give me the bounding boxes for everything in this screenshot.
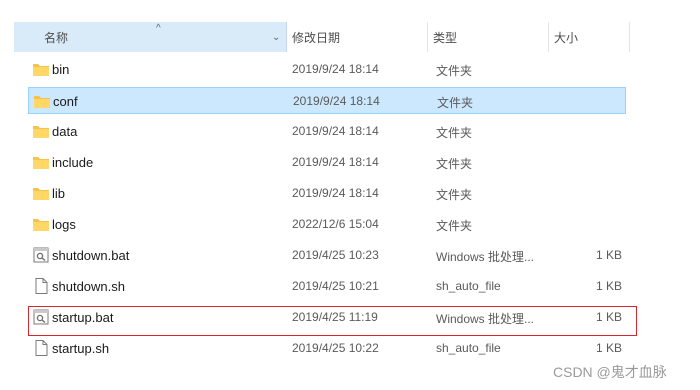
file-type: sh_auto_file (436, 279, 501, 293)
file-date: 2019/9/24 18:14 (293, 94, 380, 108)
folder-icon (32, 216, 50, 232)
file-name: conf (53, 94, 78, 109)
file-size: 1 KB (595, 341, 622, 355)
file-name: startup.sh (52, 341, 110, 356)
folder-icon (32, 154, 50, 170)
file-name: lib (52, 186, 66, 201)
file-type: 文件夹 (436, 64, 473, 78)
file-date: 2019/9/24 18:14 (292, 124, 379, 138)
file-size: 1 KB (595, 279, 622, 293)
file-row[interactable]: startup.sh 2019/4/25 10:22 sh_auto_file 1 K… (28, 335, 626, 362)
file-name: shutdown.sh (52, 279, 125, 294)
watermark: CSDN @鬼才血脉 (553, 364, 667, 380)
file-type: Windows 批处理... (436, 250, 535, 264)
file-type: 文件夹 (436, 188, 473, 202)
file-size: 1 KB (595, 248, 622, 262)
file-date: 2019/4/25 10:22 (292, 341, 379, 355)
file-row[interactable]: logs 2022/12/6 15:04 文件夹 (28, 211, 626, 238)
address-strip (0, 0, 700, 22)
column-header-size-label: 大小 (554, 31, 579, 45)
folder-icon (32, 61, 50, 77)
file-date: 2019/9/24 18:14 (292, 62, 379, 76)
file-row[interactable]: lib 2019/9/24 18:14 文件夹 (28, 180, 626, 207)
batch-file-icon (32, 247, 50, 263)
file-name: shutdown.bat (52, 248, 130, 263)
file-row[interactable]: shutdown.sh 2019/4/25 10:21 sh_auto_file 1 … (28, 273, 626, 300)
chevron-down-icon[interactable]: ⌄ (272, 22, 280, 54)
column-header-date[interactable]: 修改日期 (287, 22, 428, 52)
folder-icon (33, 93, 51, 109)
file-row[interactable]: shutdown.bat 2019/4/25 10:23 Windows 批处理..… (28, 242, 626, 269)
column-header-size[interactable]: 大小 (549, 22, 630, 52)
file-row[interactable]: include 2019/9/24 18:14 文件夹 (28, 149, 626, 176)
file-date: 2019/4/25 10:23 (292, 248, 379, 262)
file-type: 文件夹 (436, 157, 473, 171)
file-name: include (52, 155, 94, 170)
file-type: sh_auto_file (436, 341, 501, 355)
sort-ascending-icon: ^ (156, 23, 161, 34)
column-header-name-label: 名称 (44, 31, 69, 45)
file-date: 2019/9/24 18:14 (292, 186, 379, 200)
column-header-row: 名称 ^ ⌄ 修改日期 类型 大小 (0, 22, 700, 54)
file-type: 文件夹 (437, 96, 474, 110)
file-type: 文件夹 (436, 219, 473, 233)
folder-icon (32, 185, 50, 201)
file-date: 2019/9/24 18:14 (292, 155, 379, 169)
file-name: data (52, 124, 78, 139)
file-row[interactable]: data 2019/9/24 18:14 文件夹 (28, 118, 626, 145)
column-header-name[interactable]: 名称 ^ ⌄ (14, 22, 287, 52)
file-date: 2019/4/25 10:21 (292, 279, 379, 293)
file-name: bin (52, 62, 70, 77)
file-type: 文件夹 (436, 126, 473, 140)
folder-icon (32, 123, 50, 139)
column-header-type-label: 类型 (433, 31, 458, 45)
file-name: logs (52, 217, 76, 232)
column-header-type[interactable]: 类型 (428, 22, 549, 52)
annotation-highlight-box (28, 306, 637, 336)
column-header-date-label: 修改日期 (292, 31, 341, 45)
file-row[interactable]: bin 2019/9/24 18:14 文件夹 (28, 56, 626, 83)
file-date: 2022/12/6 15:04 (292, 217, 379, 231)
file-row[interactable]: conf 2019/9/24 18:14 文件夹 (28, 87, 626, 114)
file-icon (32, 278, 50, 294)
file-icon (32, 340, 50, 356)
